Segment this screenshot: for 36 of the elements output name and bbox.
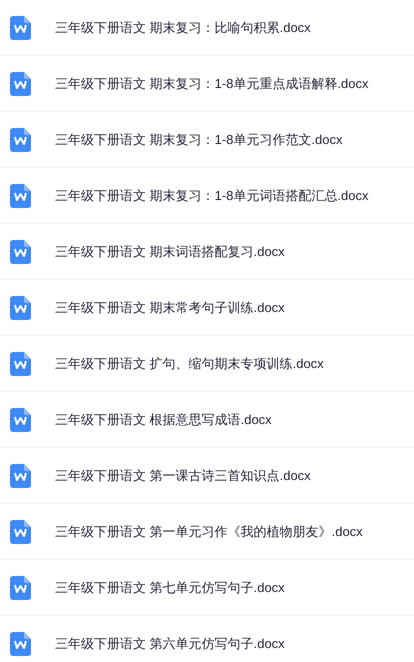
word-document-icon bbox=[10, 240, 31, 264]
file-name: 三年级下册语文 第一课古诗三首知识点.docx bbox=[55, 466, 311, 485]
file-row[interactable]: 三年级下册语文 第一单元习作《我的植物朋友》.docx bbox=[0, 504, 414, 560]
file-name: 三年级下册语文 根据意思写成语.docx bbox=[55, 410, 272, 429]
word-document-icon bbox=[10, 184, 31, 208]
word-document-icon bbox=[10, 632, 31, 656]
file-row[interactable]: 三年级下册语文 期末复习：1-8单元习作范文.docx bbox=[0, 112, 414, 168]
file-row[interactable]: 三年级下册语文 期末词语搭配复习.docx bbox=[0, 224, 414, 280]
file-row[interactable]: 三年级下册语文 期末复习：1-8单元词语搭配汇总.docx bbox=[0, 168, 414, 224]
word-document-icon bbox=[10, 72, 31, 96]
word-document-icon bbox=[10, 520, 31, 544]
file-name: 三年级下册语文 期末复习：1-8单元词语搭配汇总.docx bbox=[55, 186, 368, 205]
word-document-icon bbox=[10, 408, 31, 432]
file-name: 三年级下册语文 第一单元习作《我的植物朋友》.docx bbox=[55, 522, 363, 541]
file-name: 三年级下册语文 扩句、缩句期末专项训练.docx bbox=[55, 354, 324, 373]
file-name: 三年级下册语文 期末复习：1-8单元习作范文.docx bbox=[55, 130, 342, 149]
file-row[interactable]: 三年级下册语文 扩句、缩句期末专项训练.docx bbox=[0, 336, 414, 392]
file-name: 三年级下册语文 第六单元仿写句子.docx bbox=[55, 634, 285, 653]
file-name: 三年级下册语文 期末常考句子训练.docx bbox=[55, 298, 285, 317]
file-row[interactable]: 三年级下册语文 期末常考句子训练.docx bbox=[0, 280, 414, 336]
word-document-icon bbox=[10, 128, 31, 152]
file-row[interactable]: 三年级下册语文 期末复习：比喻句积累.docx bbox=[0, 0, 414, 56]
file-row[interactable]: 三年级下册语文 第六单元仿写句子.docx bbox=[0, 616, 414, 662]
word-document-icon bbox=[10, 16, 31, 40]
file-row[interactable]: 三年级下册语文 根据意思写成语.docx bbox=[0, 392, 414, 448]
file-name: 三年级下册语文 期末词语搭配复习.docx bbox=[55, 242, 285, 261]
file-row[interactable]: 三年级下册语文 第一课古诗三首知识点.docx bbox=[0, 448, 414, 504]
file-row[interactable]: 三年级下册语文 第七单元仿写句子.docx bbox=[0, 560, 414, 616]
word-document-icon bbox=[10, 576, 31, 600]
file-name: 三年级下册语文 第七单元仿写句子.docx bbox=[55, 578, 285, 597]
word-document-icon bbox=[10, 296, 31, 320]
file-name: 三年级下册语文 期末复习：比喻句积累.docx bbox=[55, 18, 311, 37]
file-row[interactable]: 三年级下册语文 期末复习：1-8单元重点成语解释.docx bbox=[0, 56, 414, 112]
word-document-icon bbox=[10, 464, 31, 488]
word-document-icon bbox=[10, 352, 31, 376]
file-name: 三年级下册语文 期末复习：1-8单元重点成语解释.docx bbox=[55, 74, 368, 93]
